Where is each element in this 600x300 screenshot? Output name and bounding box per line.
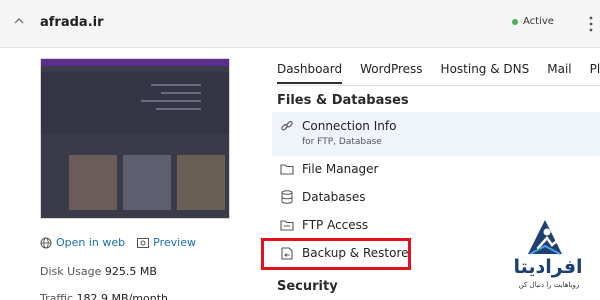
site-links: Open in web Preview bbox=[40, 236, 208, 249]
tab-hosting-dns[interactable]: Hosting & DNS bbox=[441, 62, 530, 84]
open-in-web-label: Open in web bbox=[56, 236, 126, 249]
preview-link[interactable]: Preview bbox=[137, 236, 196, 249]
status-label: Active bbox=[523, 16, 554, 27]
site-preview-thumbnail[interactable] bbox=[40, 58, 230, 219]
domain-header: afrada.ir Active bbox=[0, 0, 600, 48]
ftp-access-button[interactable]: FTP Access bbox=[272, 218, 368, 232]
more-options-icon[interactable] bbox=[586, 14, 596, 34]
thumbnail-card bbox=[177, 155, 225, 210]
open-in-web-link[interactable]: Open in web bbox=[40, 236, 125, 249]
thumbnail-topbar bbox=[41, 59, 229, 66]
highlight-annotation-box bbox=[261, 238, 411, 270]
traffic-label: Traffic bbox=[40, 292, 74, 300]
file-manager-button[interactable]: File Manager bbox=[272, 162, 379, 176]
connection-info-subtitle: for FTP, Database bbox=[302, 137, 382, 147]
folder-icon bbox=[278, 162, 296, 176]
file-manager-label: File Manager bbox=[302, 162, 379, 176]
thumbnail-hero bbox=[41, 72, 229, 134]
disk-usage-value: 925.5 MB bbox=[104, 265, 157, 278]
connection-info-label: Connection Info bbox=[302, 119, 397, 133]
tab-wordpress[interactable]: WordPress bbox=[360, 62, 422, 84]
globe-icon bbox=[40, 237, 52, 248]
thumbnail-card bbox=[69, 155, 117, 210]
disk-usage-label: Disk Usage bbox=[40, 265, 102, 278]
link-icon bbox=[278, 119, 296, 133]
tab-dashboard[interactable]: Dashboard bbox=[277, 62, 343, 84]
preview-label: Preview bbox=[153, 236, 196, 249]
logo-name: افرادیتا bbox=[513, 256, 583, 278]
ftp-access-label: FTP Access bbox=[302, 218, 369, 232]
tab-divider bbox=[277, 85, 600, 86]
domain-name[interactable]: afrada.ir bbox=[40, 15, 104, 30]
status-dot-icon bbox=[512, 18, 518, 25]
connection-info-button[interactable]: Connection Info for FTP, Database bbox=[272, 112, 600, 156]
tab-plesk-apps[interactable]: Plesk A bbox=[590, 62, 600, 84]
security-heading: Security bbox=[277, 279, 338, 294]
status-badge: Active bbox=[512, 16, 554, 27]
databases-label: Databases bbox=[302, 190, 366, 204]
tab-mail[interactable]: Mail bbox=[547, 62, 571, 84]
ftp-folder-icon bbox=[278, 218, 296, 232]
traffic-stat: Traffic 182.9 MB/month bbox=[40, 292, 168, 300]
chevron-up-icon[interactable] bbox=[12, 14, 26, 28]
tab-bar: Dashboard WordPress Hosting & DNS Mail P… bbox=[277, 62, 600, 84]
preview-icon bbox=[137, 237, 150, 248]
database-icon bbox=[278, 190, 296, 204]
thumbnail-card bbox=[123, 155, 171, 210]
databases-button[interactable]: Databases bbox=[272, 190, 366, 204]
logo-tagline: رویاهایت را دنبال کن bbox=[518, 281, 580, 289]
disk-usage-stat: Disk Usage 925.5 MB bbox=[40, 265, 157, 278]
files-databases-heading: Files & Databases bbox=[277, 93, 409, 108]
traffic-value: 182.9 MB/month bbox=[76, 292, 168, 300]
